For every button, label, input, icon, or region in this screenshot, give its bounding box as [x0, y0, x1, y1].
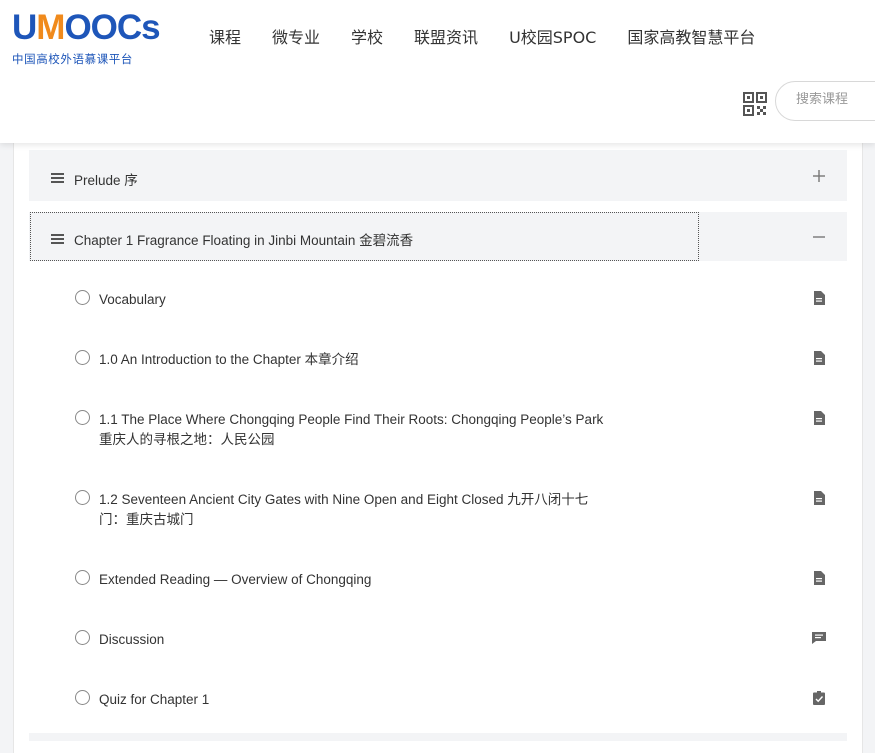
lesson-title: Vocabulary [99, 292, 166, 307]
nav-item-alliance-news[interactable]: 联盟资讯 [414, 24, 478, 48]
lesson-title: 1.1 The Place Where Chongqing People Fin… [99, 412, 604, 447]
lesson-title: Discussion [99, 632, 165, 647]
search-input[interactable] [796, 92, 875, 107]
logo-letter-u: U [12, 8, 37, 47]
document-icon [814, 411, 825, 425]
minus-icon[interactable] [813, 231, 825, 243]
document-icon [814, 351, 825, 365]
progress-radio-icon [75, 410, 90, 425]
progress-radio-icon [75, 290, 90, 305]
lesson-title: Extended Reading — Overview of Chongqing [99, 572, 372, 587]
progress-radio-icon [75, 350, 90, 365]
progress-radio-icon [75, 570, 90, 585]
chapter-prelude[interactable]: Prelude 序 [29, 150, 847, 201]
progress-radio-icon [75, 630, 90, 645]
lesson-title: 1.0 An Introduction to the Chapter 本章介绍 [99, 352, 359, 367]
search-box [775, 81, 875, 121]
drag-handle-icon [51, 173, 64, 183]
site-header: UMOOCs 中国高校外语慕课平台 课程 微专业 学校 联盟资讯 U校园SPOC… [0, 0, 875, 143]
drag-handle-icon [51, 234, 64, 244]
nav-item-spoc[interactable]: U校园SPOC [509, 24, 596, 48]
next-chapter-row [29, 733, 847, 741]
qr-code-icon[interactable] [743, 92, 767, 116]
nav-item-courses[interactable]: 课程 [209, 24, 241, 48]
chat-icon [812, 632, 826, 644]
logo-subtitle: 中国高校外语慕课平台 [12, 52, 133, 66]
logo-letter-m: M [36, 8, 65, 47]
lesson-title: 1.2 Seventeen Ancient City Gates with Ni… [99, 492, 589, 527]
chapter-title: Prelude 序 [74, 173, 138, 188]
document-icon [814, 291, 825, 305]
nav-item-micro-major[interactable]: 微专业 [272, 24, 320, 48]
logo-letters-oocs: OOCs [64, 8, 160, 47]
nav-item-schools[interactable]: 学校 [351, 24, 383, 48]
document-icon [814, 491, 825, 505]
progress-radio-icon [75, 490, 90, 505]
chapter-1[interactable]: Chapter 1 Fragrance Floating in Jinbi Mo… [29, 212, 847, 261]
chapter-title: Chapter 1 Fragrance Floating in Jinbi Mo… [74, 233, 414, 248]
quiz-check-icon [813, 691, 825, 705]
progress-radio-icon [75, 690, 90, 705]
main-nav: 课程 微专业 学校 联盟资讯 U校园SPOC 国家高教智慧平台 [209, 24, 786, 48]
lesson-title: Quiz for Chapter 1 [99, 692, 210, 707]
umoocs-logo[interactable]: UMOOCs 中国高校外语慕课平台 [12, 8, 161, 67]
plus-icon[interactable] [813, 170, 825, 182]
document-icon [814, 571, 825, 585]
nav-item-national-platform[interactable]: 国家高教智慧平台 [627, 24, 755, 48]
